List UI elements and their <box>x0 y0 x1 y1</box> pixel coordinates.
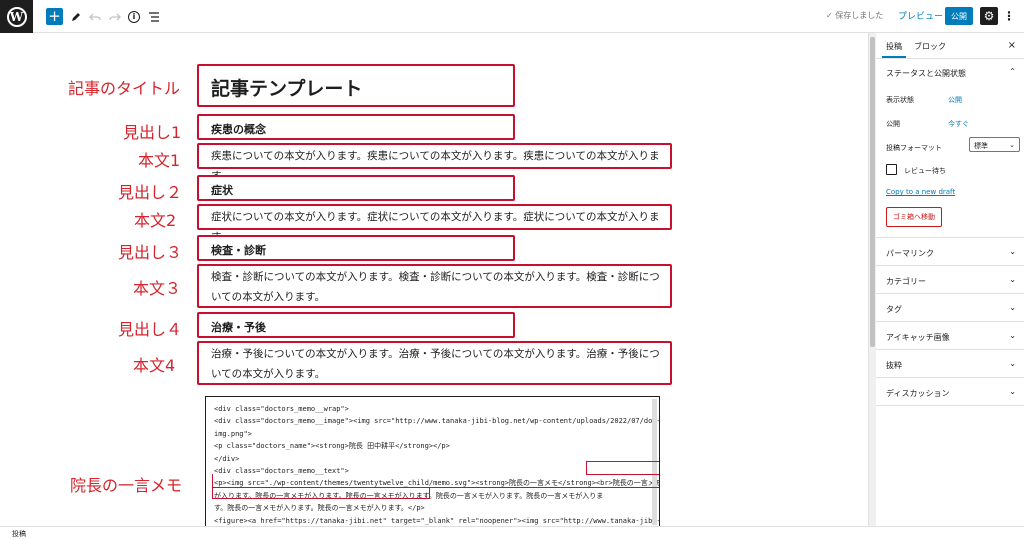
label-doctor-memo: 院長の一言メモ <box>70 476 183 495</box>
label-title: 記事のタイトル <box>68 79 181 98</box>
label-body-3: 本文３ <box>133 279 182 298</box>
visibility-label: 表示状態 <box>886 96 914 104</box>
visibility-value[interactable]: 公開 <box>948 95 962 105</box>
memo-highlight-3 <box>212 487 430 499</box>
undo-icon[interactable] <box>88 8 102 25</box>
label-heading-3: 見出し３ <box>118 243 183 262</box>
divider <box>876 265 1024 266</box>
paragraph-block-3[interactable]: 検査・診断についての本文が入ります。検査・診断についての本文が入ります。検査・診… <box>197 264 672 308</box>
copy-to-draft-link[interactable]: Copy to a new draft <box>886 188 955 196</box>
settings-button[interactable]: ⚙ <box>980 7 998 25</box>
panel-status-title[interactable]: ステータスと公開状態 <box>886 68 966 79</box>
label-body-4: 本文4 <box>133 356 176 375</box>
editor-canvas: 記事のタイトル 記事テンプレート 見出し1 疾患の概念 本文1 疾患についての本… <box>0 33 868 526</box>
custom-html-block[interactable]: <div class="doctors_memo__wrap"> <div cl… <box>205 396 660 526</box>
chevron-down-icon[interactable]: ⌄ <box>1009 331 1016 340</box>
heading-block-3[interactable]: 検査・診断 <box>197 235 515 261</box>
divider <box>876 293 1024 294</box>
tab-post[interactable]: 投稿 <box>882 41 906 58</box>
tab-block[interactable]: ブロック <box>914 41 946 52</box>
pen-icon[interactable] <box>69 8 83 25</box>
label-body-2: 本文2 <box>134 211 177 230</box>
post-title-block[interactable]: 記事テンプレート <box>197 64 515 107</box>
heading-1-text[interactable]: 疾患の概念 <box>211 121 266 137</box>
panel-4-title[interactable]: アイキャッチ画像 <box>886 332 950 343</box>
heading-2-text[interactable]: 症状 <box>211 182 233 198</box>
block-breadcrumb-bar: 投稿 <box>0 526 1024 540</box>
panel-3-title[interactable]: タグ <box>886 304 902 315</box>
paragraph-3-text[interactable]: 検査・診断についての本文が入ります。検査・診断についての本文が入ります。検査・診… <box>211 267 661 307</box>
publish-label: 公開 <box>886 120 900 128</box>
chevron-down-icon: ⌄ <box>1009 141 1015 149</box>
panel-5-title[interactable]: 抜粋 <box>886 360 902 371</box>
panel-2-title[interactable]: カテゴリー <box>886 276 926 287</box>
preview-button[interactable]: プレビュー <box>898 9 943 22</box>
editor-scrollbar[interactable] <box>868 33 876 526</box>
top-toolbar: W + i ✓ 保存しました プレビュー 公開 ⚙ ⋮ <box>0 0 1024 33</box>
sidebar-tabs: 投稿 ブロック × <box>876 33 1024 59</box>
post-title[interactable]: 記事テンプレート <box>211 74 362 101</box>
chevron-up-icon[interactable]: ⌃ <box>1009 67 1016 76</box>
wordpress-logo-icon: W <box>6 6 27 27</box>
label-body-1: 本文1 <box>138 151 181 170</box>
panel-1-title[interactable]: パーマリンク <box>886 248 934 259</box>
gear-icon: ⚙ <box>983 9 995 23</box>
details-button[interactable]: i <box>127 8 141 25</box>
trash-button[interactable]: ゴミ箱へ移動 <box>886 207 942 227</box>
review-checkbox[interactable] <box>886 164 897 175</box>
publish-button[interactable]: 公開 <box>945 7 973 25</box>
add-block-button[interactable]: + <box>46 8 63 25</box>
editor-scroll-thumb[interactable] <box>870 37 875 347</box>
close-icon[interactable]: × <box>1008 40 1016 51</box>
label-heading-2: 見出し２ <box>118 183 183 202</box>
panel-6-title[interactable]: ディスカッション <box>886 388 949 399</box>
format-select-value: 標準 <box>974 142 988 150</box>
heading-4-text[interactable]: 治療・予後 <box>211 319 266 335</box>
review-label: レビュー待ち <box>904 167 946 175</box>
paragraph-block-2[interactable]: 症状についての本文が入ります。症状についての本文が入ります。症状についての本文が… <box>197 204 672 243</box>
info-icon: i <box>128 10 140 23</box>
settings-sidebar: 投稿 ブロック × ステータスと公開状態 ⌃ 表示状態 公開 公開 今すぐ 投稿… <box>876 33 1024 526</box>
saved-status: ✓ 保存しました <box>826 11 884 20</box>
heading-block-4[interactable]: 治療・予後 <box>197 312 515 338</box>
heading-3-text[interactable]: 検査・診断 <box>211 242 266 258</box>
label-heading-4: 見出し４ <box>118 320 183 339</box>
divider <box>876 405 1024 406</box>
paragraph-block-1[interactable]: 疾患についての本文が入ります。疾患についての本文が入ります。疾患についての本文が… <box>197 143 672 182</box>
breadcrumb[interactable]: 投稿 <box>12 529 26 539</box>
chevron-down-icon[interactable]: ⌄ <box>1009 359 1016 368</box>
memo-highlight-2 <box>212 474 659 488</box>
heading-block-1[interactable]: 疾患の概念 <box>197 114 515 140</box>
publish-value[interactable]: 今すぐ <box>948 119 969 129</box>
redo-icon[interactable] <box>108 8 122 25</box>
list-view-icon[interactable] <box>147 8 161 25</box>
label-heading-1: 見出し1 <box>123 123 182 142</box>
paragraph-block-4[interactable]: 治療・予後についての本文が入ります。治療・予後についての本文が入ります。治療・予… <box>197 341 672 385</box>
format-select[interactable]: 標準 ⌄ <box>969 137 1020 152</box>
chevron-down-icon[interactable]: ⌄ <box>1009 387 1016 396</box>
heading-block-2[interactable]: 症状 <box>197 175 515 201</box>
format-label: 投稿フォーマット <box>886 144 942 152</box>
chevron-down-icon[interactable]: ⌄ <box>1009 275 1016 284</box>
paragraph-4-text[interactable]: 治療・予後についての本文が入ります。治療・予後についての本文が入ります。治療・予… <box>211 344 661 384</box>
memo-highlight-1 <box>586 461 659 475</box>
divider <box>876 321 1024 322</box>
divider <box>876 349 1024 350</box>
chevron-down-icon[interactable]: ⌄ <box>1009 247 1016 256</box>
wordpress-logo-button[interactable]: W <box>0 0 33 33</box>
divider <box>876 377 1024 378</box>
divider <box>876 237 1024 238</box>
chevron-down-icon[interactable]: ⌄ <box>1009 303 1016 312</box>
editor-app: W + i ✓ 保存しました プレビュー 公開 ⚙ ⋮ 記事のタイトル 記事テン… <box>0 0 1024 540</box>
more-options-button[interactable]: ⋮ <box>1003 7 1015 25</box>
